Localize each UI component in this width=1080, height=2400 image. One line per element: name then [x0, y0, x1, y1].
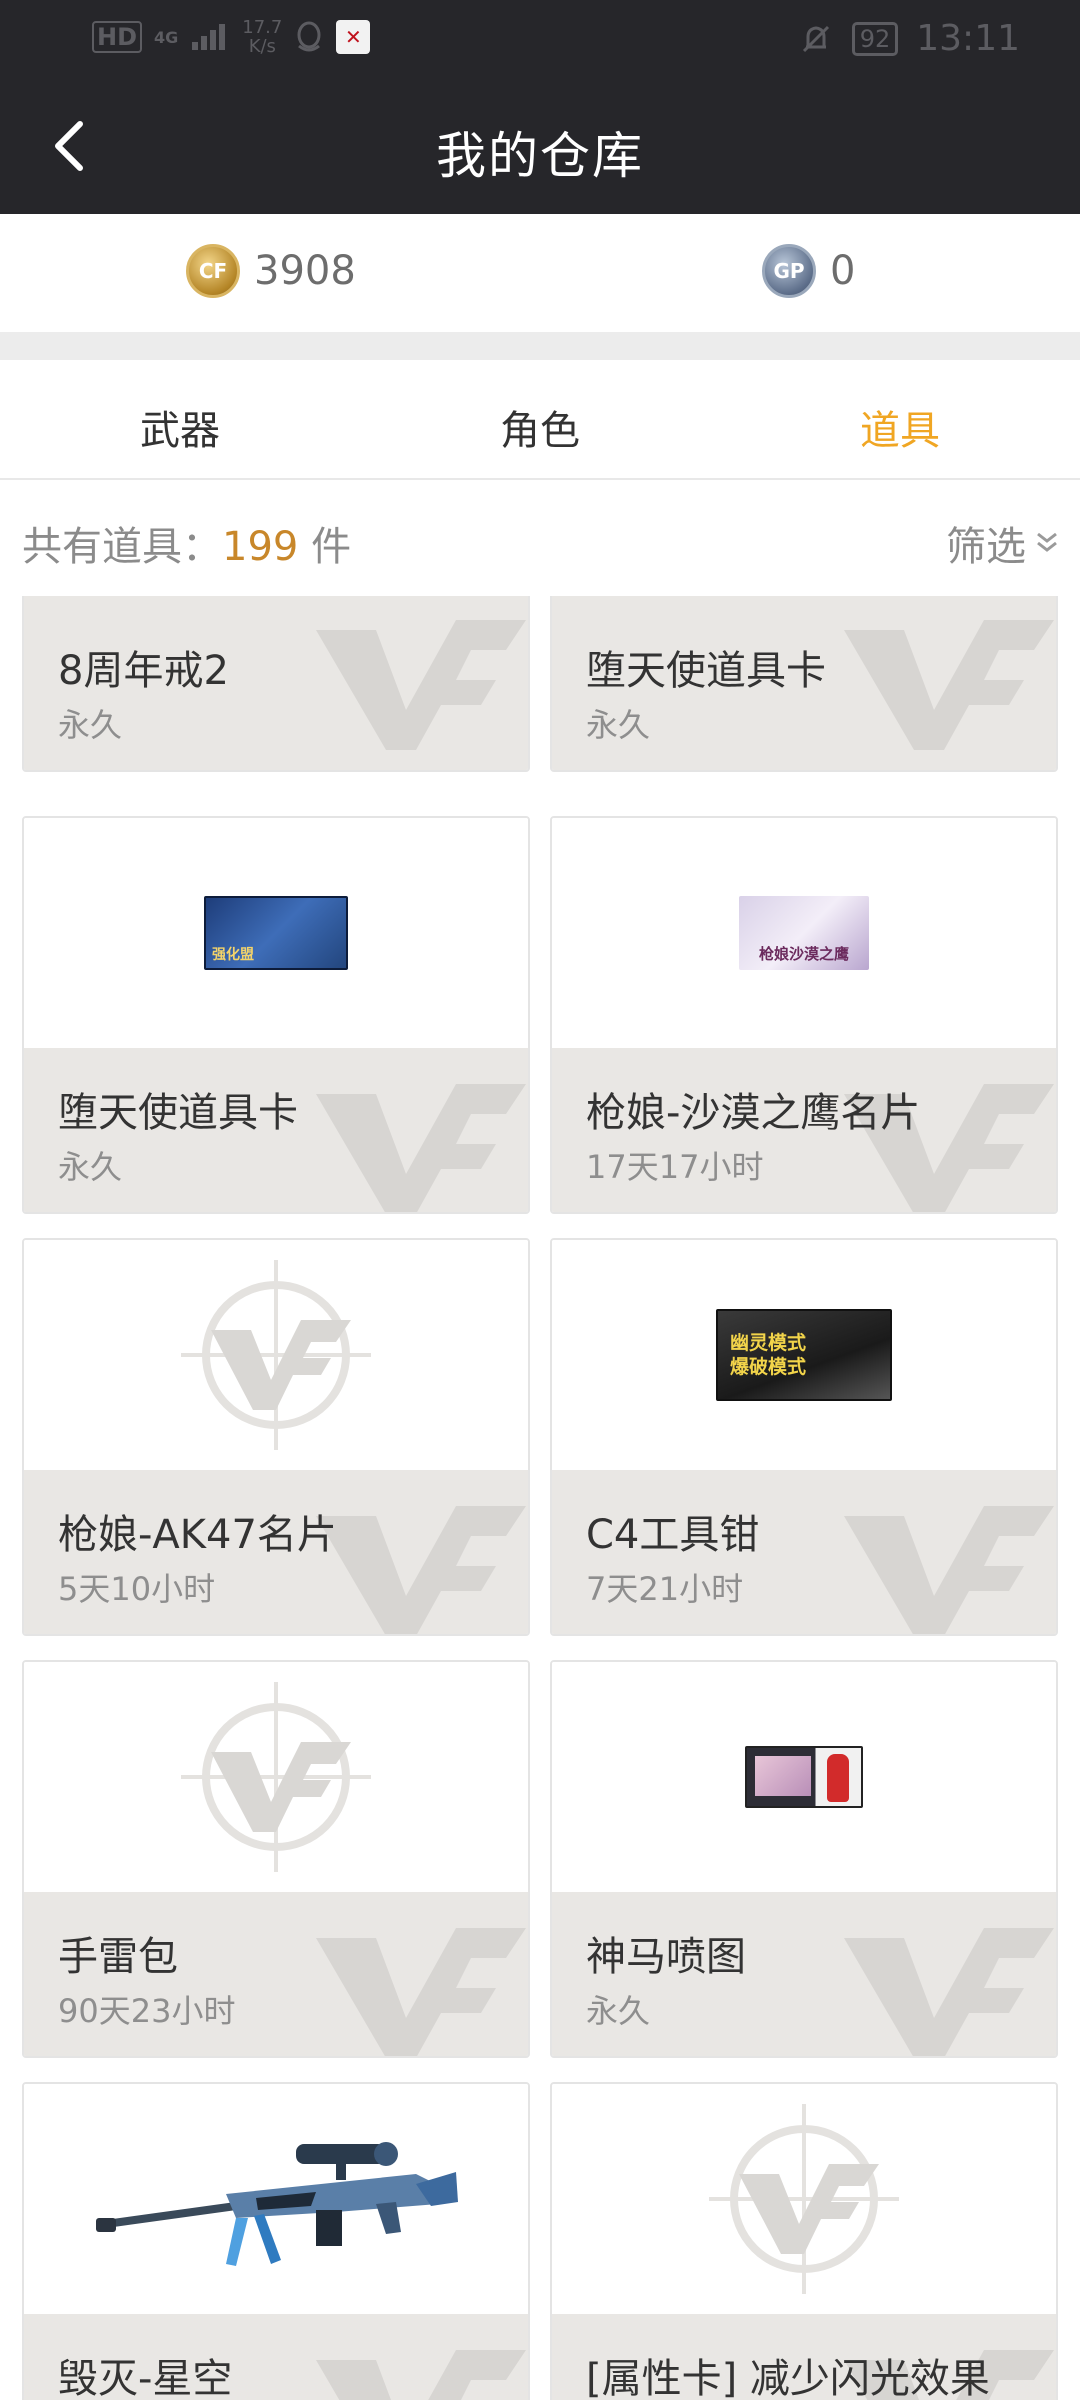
item-thumbnail: [24, 1662, 528, 1892]
cf-placeholder-icon: [709, 2104, 899, 2294]
page-title: 我的仓库: [436, 127, 644, 185]
item-info: [属性卡] 减少闪光效果: [552, 2314, 1056, 2400]
summary-bar: 共有道具：199 件 筛选: [0, 482, 1080, 596]
tab-characters[interactable]: 角色: [440, 398, 640, 456]
double-chevron-down-icon: [1037, 532, 1057, 552]
item-thumbnail: [24, 2084, 528, 2314]
item-image: 幽灵模式 爆破模式: [716, 1309, 892, 1401]
currency-bar: CF 3908 GP 0: [0, 214, 1080, 332]
spray-image: [755, 1756, 811, 1796]
item-count-value: 199: [222, 524, 299, 570]
signal-icon: [192, 24, 226, 50]
category-tabs: 武器 角色 道具: [0, 360, 1080, 480]
filter-label: 筛选: [946, 524, 1026, 570]
item-thumbnail: 幽灵模式 爆破模式: [552, 1240, 1056, 1470]
tab-items[interactable]: 道具: [800, 398, 1000, 456]
item-duration: 17天17小时: [586, 1148, 764, 1186]
cf-watermark-icon: [316, 1506, 526, 1634]
cf-points: CF 3908: [186, 244, 356, 298]
status-left: HD 4G 17.7 K/s ✕: [92, 17, 371, 57]
item-thumbnail: 强化盟: [24, 818, 528, 1048]
filter-button[interactable]: 筛选: [946, 514, 1062, 572]
item-info: 堕天使道具卡 永久: [552, 596, 1056, 770]
item-thumbnail: [552, 2084, 1056, 2314]
item-grid: 8周年戒2 永久 堕天使道具卡 永久 强化盟 堕天使道具卡 永久 枪娘沙漠之鹰 …: [0, 596, 1080, 2400]
item-name: 堕天使道具卡: [586, 648, 826, 694]
item-info: 枪娘-沙漠之鹰名片 17天17小时: [552, 1048, 1056, 1212]
item-image: [745, 1746, 863, 1808]
item-info: 堕天使道具卡 永久: [24, 1048, 528, 1212]
cf-watermark-icon: [316, 1928, 526, 2056]
cf-watermark-icon: [316, 1084, 526, 1212]
item-thumbnail: [552, 1662, 1056, 1892]
item-name: 8周年戒2: [58, 648, 229, 694]
divider: [0, 332, 1080, 360]
item-name: [属性卡] 减少闪光效果: [586, 2356, 990, 2400]
item-duration: 90天23小时: [58, 1992, 236, 2030]
gp-coin-icon: GP: [762, 244, 816, 298]
cf-coin-icon: CF: [186, 244, 240, 298]
item-card[interactable]: 幽灵模式 爆破模式 C4工具钳 7天21小时: [550, 1238, 1058, 1636]
item-card[interactable]: [属性卡] 减少闪光效果: [550, 2082, 1058, 2400]
item-card[interactable]: 枪娘沙漠之鹰 枪娘-沙漠之鹰名片 17天17小时: [550, 816, 1058, 1214]
cf-watermark-icon: [844, 1506, 1054, 1634]
mute-bell-icon: [802, 25, 829, 52]
item-name: 手雷包: [58, 1934, 178, 1980]
item-duration: 永久: [586, 1992, 651, 2030]
status-right: 92 13:11: [798, 18, 1020, 59]
clock: 13:11: [916, 18, 1020, 59]
item-duration: 永久: [586, 706, 651, 744]
qq-icon: [297, 21, 321, 52]
item-name: 堕天使道具卡: [58, 1090, 298, 1136]
item-count: 共有道具：199 件: [22, 524, 352, 570]
cf-watermark-icon: [316, 2350, 526, 2400]
cf-watermark-icon: [844, 620, 1054, 750]
tab-weapons[interactable]: 武器: [80, 398, 280, 456]
status-bar: HD 4G 17.7 K/s ✕ 92 13:11: [0, 0, 1080, 78]
item-card[interactable]: 8周年戒2 永久: [22, 596, 530, 772]
item-name: 毁灭-星空: [58, 2356, 233, 2400]
item-info: 枪娘-AK47名片 5天10小时: [24, 1470, 528, 1634]
item-name: 神马喷图: [586, 1934, 746, 1980]
network-type: 4G: [154, 27, 179, 47]
item-card[interactable]: 强化盟 堕天使道具卡 永久: [22, 816, 530, 1214]
item-info: 手雷包 90天23小时: [24, 1892, 528, 2056]
spray-can-icon: [827, 1754, 849, 1802]
item-image: 强化盟: [204, 896, 348, 970]
item-thumbnail: [24, 1240, 528, 1470]
item-duration: 5天10小时: [58, 1570, 216, 1608]
item-name: 枪娘-沙漠之鹰名片: [586, 1090, 921, 1136]
item-duration: 7天21小时: [586, 1570, 744, 1608]
item-card[interactable]: 枪娘-AK47名片 5天10小时: [22, 1238, 530, 1636]
cf-placeholder-icon: [181, 1682, 371, 1872]
item-card[interactable]: 毁灭-星空: [22, 2082, 530, 2400]
cf-placeholder-icon: [181, 1260, 371, 1450]
network-speed: 17.7 K/s: [242, 17, 283, 57]
cf-watermark-icon: [316, 620, 526, 750]
gp-points-value: 0: [830, 248, 856, 294]
item-card[interactable]: 神马喷图 永久: [550, 1660, 1058, 2058]
item-name: C4工具钳: [586, 1512, 760, 1558]
gp-points: GP 0: [762, 244, 855, 298]
item-duration: 永久: [58, 1148, 123, 1186]
item-card[interactable]: 堕天使道具卡 永久: [550, 596, 1058, 772]
item-card[interactable]: 手雷包 90天23小时: [22, 1660, 530, 2058]
item-info: 8周年戒2 永久: [24, 596, 528, 770]
item-info: 毁灭-星空: [24, 2314, 528, 2400]
item-info: 神马喷图 永久: [552, 1892, 1056, 2056]
sniper-rifle-icon: [96, 2142, 458, 2266]
nav-bar: 我的仓库: [0, 78, 1080, 214]
item-name: 枪娘-AK47名片: [58, 1512, 337, 1558]
cf-watermark-icon: [844, 1928, 1054, 2056]
item-image: 枪娘沙漠之鹰: [739, 896, 869, 970]
battery-icon: 92: [851, 21, 899, 56]
item-thumbnail: 枪娘沙漠之鹰: [552, 818, 1056, 1048]
hd-icon: HD: [92, 21, 143, 53]
app-notification-icon: ✕: [336, 20, 371, 54]
item-info: C4工具钳 7天21小时: [552, 1470, 1056, 1634]
cf-points-value: 3908: [254, 248, 356, 294]
item-duration: 永久: [58, 706, 123, 744]
